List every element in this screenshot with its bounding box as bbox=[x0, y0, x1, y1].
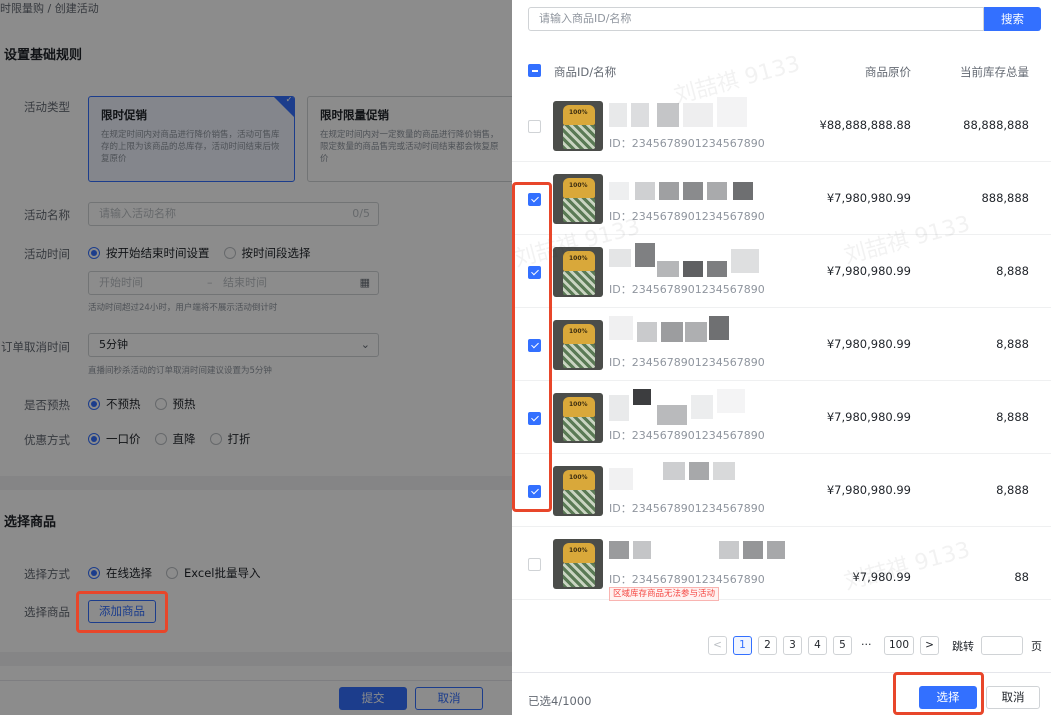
product-thumbnail: 100% bbox=[553, 247, 603, 297]
product-price: ¥7,980.99 bbox=[852, 570, 911, 584]
product-stock: 8,888 bbox=[996, 264, 1029, 278]
drawer-cancel-button[interactable]: 取消 bbox=[986, 686, 1040, 709]
product-price: ¥7,980,980.99 bbox=[826, 191, 911, 205]
page-100[interactable]: 100 bbox=[884, 636, 914, 655]
product-name-mosaic bbox=[609, 462, 779, 498]
product-name-mosaic bbox=[609, 243, 779, 279]
product-thumbnail: 100% bbox=[553, 466, 603, 516]
page-2[interactable]: 2 bbox=[758, 636, 777, 655]
product-price: ¥7,980,980.99 bbox=[826, 337, 911, 351]
prev-page-button[interactable]: < bbox=[708, 636, 727, 655]
product-price: ¥7,980,980.99 bbox=[826, 264, 911, 278]
page-5[interactable]: 5 bbox=[833, 636, 852, 655]
activity-form: 时限量购 / 创建活动 设置基础规则 活动类型 限时促销 在规定时间内对商品进行… bbox=[0, 0, 512, 715]
next-page-button[interactable]: > bbox=[920, 636, 939, 655]
product-stock: 88,888,888 bbox=[963, 118, 1029, 132]
table-row[interactable]: 100% ID：2345678901234567890 ¥7,980,980.99 8… bbox=[512, 381, 1051, 454]
page-ellipsis[interactable]: ··· bbox=[861, 638, 872, 651]
page-1[interactable]: 1 bbox=[733, 636, 752, 655]
table-row[interactable]: 100% ID：2345678901234567890 ¥88,888,888.88… bbox=[512, 89, 1051, 162]
col-price-header: 商品原价 bbox=[865, 65, 911, 79]
table-row[interactable]: 100% ID：2345678901234567890 ¥7,980,980.99 8… bbox=[512, 235, 1051, 308]
product-thumbnail: 100% bbox=[553, 539, 603, 589]
product-stock: 8,888 bbox=[996, 483, 1029, 497]
jump-page-input[interactable] bbox=[981, 636, 1023, 655]
col-name-header: 商品ID/名称 bbox=[554, 65, 617, 79]
product-thumbnail: 100% bbox=[553, 174, 603, 224]
highlight-box-checkboxes bbox=[512, 182, 552, 512]
product-name-mosaic bbox=[609, 389, 779, 425]
product-stock: 8,888 bbox=[996, 410, 1029, 424]
product-id: ID：2345678901234567890 bbox=[609, 210, 765, 223]
goods-select-drawer: 请输入商品ID/名称 搜索 商品ID/名称 商品原价 当前库存总量 100% ID… bbox=[512, 0, 1051, 715]
goods-search-input[interactable]: 请输入商品ID/名称 bbox=[528, 7, 984, 31]
product-id: ID：2345678901234567890 bbox=[609, 283, 765, 296]
product-id: ID：2345678901234567890 bbox=[609, 502, 765, 515]
product-id: ID：2345678901234567890 bbox=[609, 137, 765, 150]
product-id: ID：2345678901234567890 bbox=[609, 573, 765, 586]
row-checkbox[interactable] bbox=[528, 558, 541, 571]
search-button[interactable]: 搜索 bbox=[984, 7, 1041, 31]
selected-count: 已选4/1000 bbox=[528, 694, 592, 708]
table-row[interactable]: 100% ID：2345678901234567890 ¥7,980,980.99 8… bbox=[512, 454, 1051, 527]
product-price: ¥7,980,980.99 bbox=[826, 410, 911, 424]
product-name-mosaic bbox=[609, 170, 779, 206]
highlight-box-select-button bbox=[893, 672, 984, 715]
jump-suffix: 页 bbox=[1031, 640, 1042, 653]
highlight-box-add-goods bbox=[76, 591, 168, 633]
table-header: 商品ID/名称 商品原价 当前库存总量 bbox=[512, 56, 1051, 86]
page-4[interactable]: 4 bbox=[808, 636, 827, 655]
col-stock-header: 当前库存总量 bbox=[960, 65, 1029, 79]
product-id: ID：2345678901234567890 bbox=[609, 356, 765, 369]
product-thumbnail: 100% bbox=[553, 320, 603, 370]
product-stock: 888,888 bbox=[981, 191, 1029, 205]
product-name-mosaic bbox=[609, 97, 779, 133]
pagination: < 1 2 3 4 5 ··· 100 > 跳转 页 bbox=[512, 636, 1051, 656]
page-3[interactable]: 3 bbox=[783, 636, 802, 655]
unavailable-tag: 区域库存商品无法参与活动 bbox=[609, 587, 720, 601]
product-price: ¥88,888,888.88 bbox=[819, 118, 911, 132]
product-name-mosaic bbox=[609, 316, 779, 352]
product-price: ¥7,980,980.99 bbox=[826, 483, 911, 497]
table-row[interactable]: 100% ID：2345678901234567890 ¥7,980,980.99 8… bbox=[512, 308, 1051, 381]
product-thumbnail: 100% bbox=[553, 393, 603, 443]
table-row[interactable]: 100% ID：2345678901234567890 区域库存商品无法参与活动 ¥7… bbox=[512, 527, 1051, 601]
product-stock: 8,888 bbox=[996, 337, 1029, 351]
select-all-checkbox[interactable] bbox=[528, 64, 541, 77]
table-row[interactable]: 100% ID：2345678901234567890 ¥7,980,980.99 8… bbox=[512, 162, 1051, 235]
product-stock: 88 bbox=[1014, 570, 1029, 584]
product-id: ID：2345678901234567890 bbox=[609, 429, 765, 442]
row-checkbox[interactable] bbox=[528, 120, 541, 133]
jump-label: 跳转 bbox=[952, 640, 974, 653]
product-thumbnail: 100% bbox=[553, 101, 603, 151]
